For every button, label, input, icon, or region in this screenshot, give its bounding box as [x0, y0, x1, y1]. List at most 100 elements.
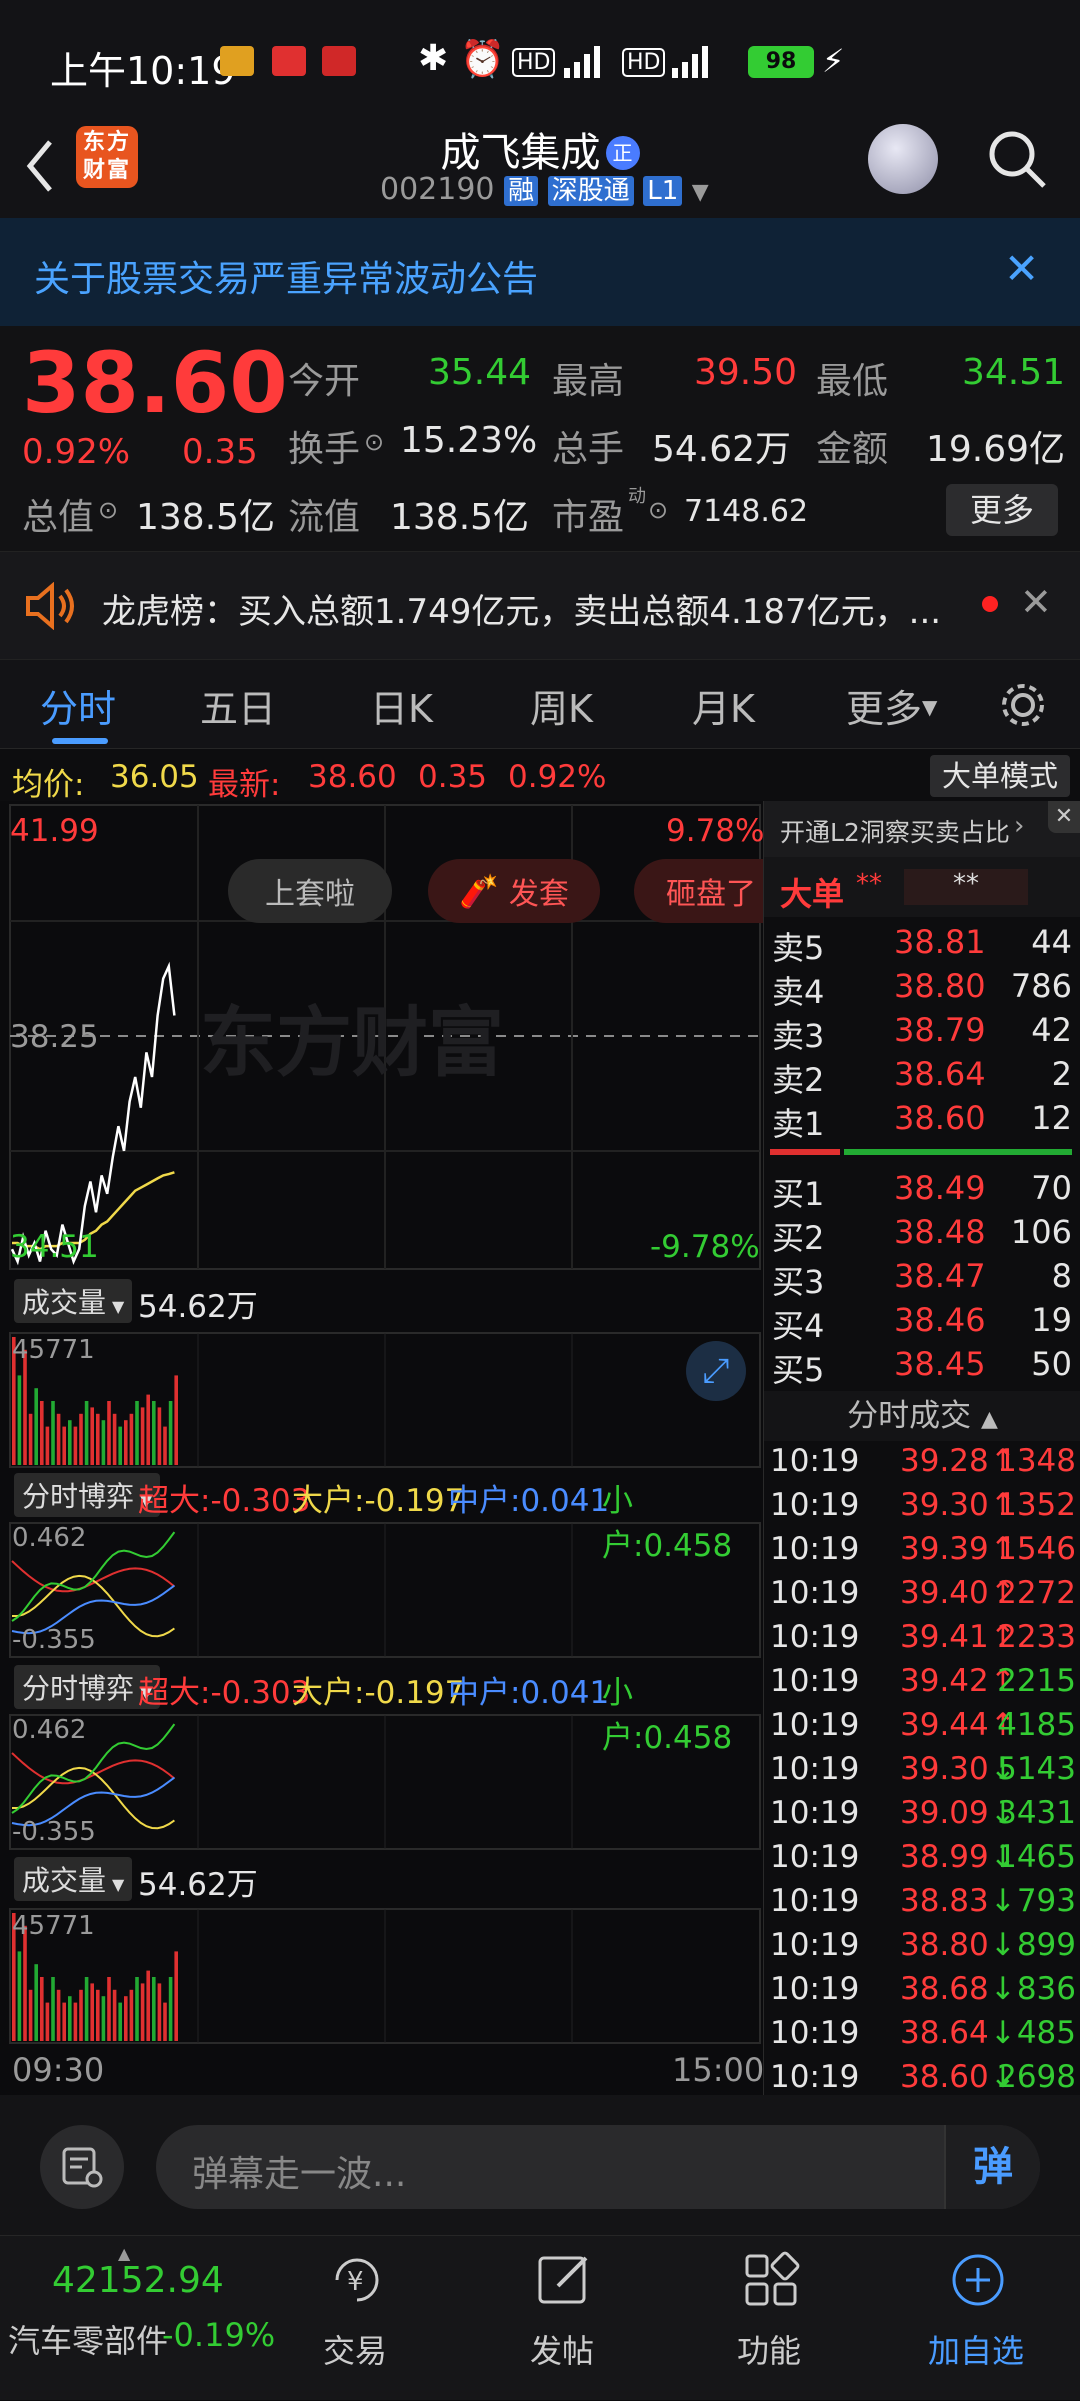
ask-label: 卖4 — [772, 973, 825, 1011]
settings-gear-icon[interactable] — [998, 680, 1048, 730]
ask-row-5[interactable]: 卖5 38.81 44 — [772, 923, 1072, 967]
volume-bar — [140, 1407, 145, 1465]
index-ticker[interactable]: ▲ 42152.94 汽车零部件 -0.19% — [0, 2236, 275, 2401]
emotion-button-dump[interactable]: 砸盘了 — [634, 859, 763, 923]
dropdown-triangle-icon[interactable]: ▼ — [692, 180, 709, 205]
volume-bar — [168, 1977, 173, 2041]
volume-bar — [40, 1977, 44, 2041]
ticks-header[interactable]: 分时成交 ▲ — [764, 1391, 1080, 1441]
notice-text[interactable]: 关于股票交易严重异常波动公告 — [34, 250, 538, 302]
danmu-send-button[interactable]: 弹 — [944, 2125, 1040, 2209]
tab-five-day[interactable]: 五日 — [200, 678, 276, 733]
bid-volume: 19 — [1031, 1301, 1072, 1339]
ask-row-2[interactable]: 卖2 38.64 2 — [772, 1055, 1072, 1099]
chart-area: 东方财富 41.99 9.78% 38.25 34.51 -9.78% 上套啦 … — [0, 801, 764, 2095]
pe-value: 7148.62 — [684, 494, 809, 529]
tab-more[interactable]: 更多▼ — [846, 678, 937, 733]
turnover-label: 换手 — [288, 429, 361, 470]
info-icon[interactable]: ⊙ — [364, 428, 384, 456]
danmu-settings-button[interactable] — [40, 2125, 124, 2209]
tab-daily-k[interactable]: 日K — [370, 678, 433, 733]
l2-promo-bar[interactable]: 开通L2洞察买卖占比 › ✕ — [764, 801, 1080, 857]
volume-indicator-select[interactable]: 成交量 ▼ — [14, 1857, 133, 1901]
close-icon[interactable]: ✕ — [1004, 244, 1039, 293]
tick-volume: 5143 — [997, 1751, 1076, 1787]
bid-row-4[interactable]: 买4 38.46 19 — [772, 1301, 1072, 1345]
volume-indicator-select[interactable]: 成交量 ▼ — [14, 1279, 133, 1323]
notice-banner[interactable]: 关于股票交易严重异常波动公告 ✕ — [0, 218, 1080, 326]
volume-max: 45771 — [12, 1335, 95, 1365]
volume-bar — [96, 1413, 100, 1465]
tick-time: 10:19 — [770, 2015, 860, 2051]
hd-icon: HD — [622, 48, 666, 77]
bid-row-5[interactable]: 买5 38.45 50 — [772, 1345, 1072, 1389]
ask-row-4[interactable]: 卖4 38.80 786 — [772, 967, 1072, 1011]
game-bottom-value: -0.355 — [12, 1625, 96, 1655]
bluetooth-icon: ✱ — [418, 38, 449, 79]
expand-icon[interactable]: ⤢ — [686, 1341, 746, 1401]
ask-row-3[interactable]: 卖3 38.79 42 — [772, 1011, 1072, 1055]
info-icon[interactable]: ⊙ — [98, 496, 118, 524]
volume-label: 总手 — [552, 429, 625, 470]
tick-volume: 1465 — [997, 1839, 1076, 1875]
close-icon[interactable]: ✕ — [1048, 801, 1080, 833]
low-value: 34.51 — [962, 352, 1066, 393]
tick-dir: ↓ — [990, 1971, 1016, 2007]
volume-bar — [45, 1426, 50, 1465]
super-large-flow-line — [11, 1752, 176, 1785]
bid-row-2[interactable]: 买2 38.48 106 — [772, 1213, 1072, 1257]
signal-icon — [564, 46, 600, 78]
volume-bar — [68, 1420, 72, 1465]
volume-bar — [107, 1401, 111, 1465]
tick-price: 38.99 — [900, 1839, 989, 1875]
bid-label: 买5 — [772, 1351, 825, 1389]
y-min-price: 34.51 — [10, 1229, 99, 1265]
tick-dir: ↓ — [990, 1883, 1016, 1919]
grid-apps-icon — [745, 2251, 800, 2306]
avg-label: 均价: — [12, 767, 85, 803]
tick-time: 10:19 — [770, 1795, 860, 1831]
tick-price: 38.60 — [900, 2059, 989, 2095]
stock-code-row: 002190 融 深股通 L1 ▼ — [380, 170, 709, 207]
tick-time: 10:19 — [770, 1751, 860, 1787]
tick-price: 39.30 — [900, 1751, 989, 1787]
nav-functions[interactable]: 功能 — [669, 2236, 869, 2401]
bid-row-3[interactable]: 买3 38.47 8 — [772, 1257, 1072, 1301]
volume-bar — [101, 1420, 106, 1465]
bid-row-1[interactable]: 买1 38.49 70 — [772, 1169, 1072, 1213]
tab-intraday[interactable]: 分时 — [40, 678, 116, 733]
volume-bar — [107, 1977, 111, 2041]
tick-row: 10:19 38.64 ↓ 485 — [770, 2015, 1076, 2059]
speaker-icon — [26, 582, 74, 630]
ask-volume: 2 — [1051, 1055, 1072, 1093]
nav-add-watchlist[interactable]: 加自选 — [876, 2236, 1076, 2401]
l2-promo-text[interactable]: 开通L2洞察买卖占比 — [780, 813, 1010, 849]
bid-price: 38.47 — [894, 1257, 986, 1295]
dragon-tiger-bar[interactable]: 龙虎榜：买入总额1.749亿元，卖出总额4.187亿元，... ✕ — [0, 551, 1080, 659]
tick-price: 39.09 — [900, 1795, 989, 1831]
volume-bar — [152, 1977, 156, 2041]
chart-tabs: 分时 五日 日K 周K 月K 更多▼ — [0, 659, 1080, 749]
big-order-mode-button[interactable]: 大单模式 — [930, 755, 1070, 797]
stock-header: 东方财富 成飞集成 正 002190 融 深股通 L1 ▼ — [0, 120, 1080, 218]
info-icon[interactable]: ⊙ — [648, 496, 668, 524]
tick-price: 38.68 — [900, 1971, 989, 2007]
volume-label: 成交量 — [22, 1864, 107, 1897]
nav-post[interactable]: 发帖 — [462, 2236, 662, 2401]
emotion-button-label: 发套 — [508, 877, 569, 912]
ask-row-1[interactable]: 卖1 38.60 12 — [772, 1099, 1072, 1143]
robot-assistant-icon[interactable] — [868, 124, 938, 194]
emotion-button-trapped-alert[interactable]: 🧨 发套 — [428, 859, 600, 923]
chevron-right-icon[interactable]: › — [1014, 811, 1024, 841]
nav-trade[interactable]: ¥ 交易 — [255, 2236, 455, 2401]
dragon-tiger-text[interactable]: 龙虎榜：买入总额1.749亿元，卖出总额4.187亿元，... — [102, 584, 952, 633]
more-button[interactable]: 更多 — [946, 484, 1058, 536]
emotion-button-trapped[interactable]: 上套啦 — [228, 859, 392, 923]
danmu-input[interactable]: 弹幕走一波... 弹 — [156, 2125, 1040, 2209]
nav-functions-label: 功能 — [736, 2332, 801, 2370]
mktcap-label: 总值 — [22, 497, 95, 538]
search-icon[interactable] — [984, 126, 1050, 192]
tab-monthly-k[interactable]: 月K — [692, 678, 755, 733]
close-icon[interactable]: ✕ — [1020, 580, 1052, 624]
tab-weekly-k[interactable]: 周K — [530, 678, 593, 733]
